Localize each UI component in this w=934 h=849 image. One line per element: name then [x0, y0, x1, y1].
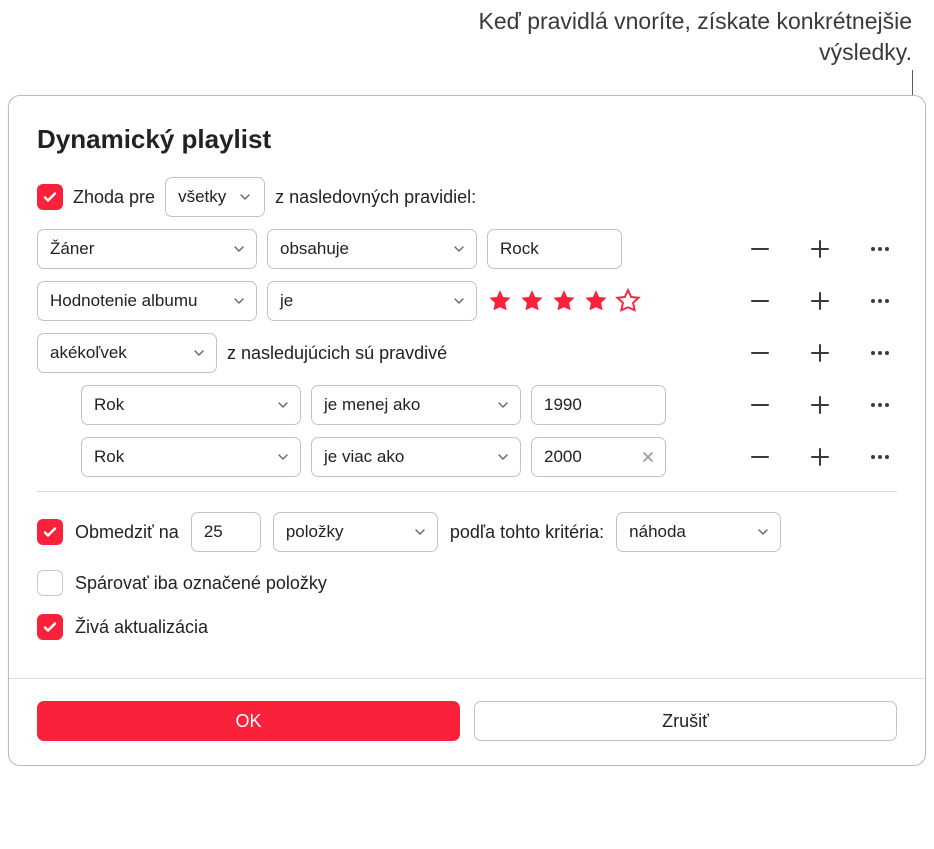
more-rule-button[interactable]	[865, 234, 895, 264]
nested-rule-row-year-gt: Rok je viac ako 2000	[81, 437, 897, 477]
rule-op-value: je	[280, 291, 293, 311]
rule-row-genre: Žáner obsahuje Rock	[37, 229, 897, 269]
cancel-button[interactable]: Zrušiť	[474, 701, 897, 741]
live-update-label: Živá aktualizácia	[75, 617, 208, 638]
chevron-down-icon	[756, 525, 770, 539]
rule-field-select[interactable]: Rok	[81, 437, 301, 477]
limit-row: Obmedziť na 25 položky podľa tohto krité…	[37, 512, 897, 552]
chevron-down-icon	[413, 525, 427, 539]
star-icon[interactable]	[551, 288, 577, 314]
match-mode-value: všetky	[178, 187, 226, 207]
rule-row-any-group: akékoľvek z nasledujúcich sú pravdivé	[37, 333, 897, 373]
chevron-down-icon	[452, 294, 466, 308]
dialog-footer: OK Zrušiť	[9, 678, 925, 765]
chevron-down-icon	[452, 242, 466, 256]
rule-group-mode-select[interactable]: akékoľvek	[37, 333, 217, 373]
smart-playlist-dialog: Dynamický playlist Zhoda pre všetky z na…	[8, 95, 926, 766]
divider	[37, 491, 897, 492]
rule-op-select[interactable]: je	[267, 281, 477, 321]
limit-unit-select[interactable]: položky	[273, 512, 438, 552]
add-rule-button[interactable]	[805, 234, 835, 264]
chevron-down-icon	[192, 346, 206, 360]
chevron-down-icon	[276, 450, 290, 464]
nested-rule-row-year-lt: Rok je menej ako 1990	[81, 385, 897, 425]
rule-field-select[interactable]: Žáner	[37, 229, 257, 269]
more-rule-button[interactable]	[865, 442, 895, 472]
limit-checkbox[interactable]	[37, 519, 63, 545]
rule-value-input[interactable]: 1990	[531, 385, 666, 425]
rule-op-value: je viac ako	[324, 447, 404, 467]
match-checked-checkbox[interactable]	[37, 570, 63, 596]
chevron-down-icon	[496, 450, 510, 464]
more-rule-button[interactable]	[865, 338, 895, 368]
rule-value-input[interactable]: Rock	[487, 229, 622, 269]
clear-input-button[interactable]	[637, 446, 659, 468]
rule-field-value: Rok	[94, 395, 124, 415]
limit-count-input[interactable]: 25	[191, 512, 261, 552]
live-update-checkbox[interactable]	[37, 614, 63, 640]
limit-by-label: podľa tohto kritéria:	[450, 522, 604, 543]
rating-stars[interactable]	[487, 288, 641, 314]
rule-field-select[interactable]: Hodnotenie albumu	[37, 281, 257, 321]
rule-op-value: je menej ako	[324, 395, 420, 415]
star-outline-icon[interactable]	[615, 288, 641, 314]
rule-value-input[interactable]: 2000	[531, 437, 666, 477]
chevron-down-icon	[496, 398, 510, 412]
star-icon[interactable]	[487, 288, 513, 314]
rule-field-value: Žáner	[50, 239, 94, 259]
add-rule-button[interactable]	[805, 286, 835, 316]
star-icon[interactable]	[583, 288, 609, 314]
limit-count-value: 25	[204, 522, 223, 542]
rule-field-select[interactable]: Rok	[81, 385, 301, 425]
match-checked-label: Spárovať iba označené položky	[75, 573, 327, 594]
match-checked-row: Spárovať iba označené položky	[37, 570, 897, 596]
match-prefix: Zhoda pre	[73, 187, 155, 208]
star-icon[interactable]	[519, 288, 545, 314]
rule-op-select[interactable]: je viac ako	[311, 437, 521, 477]
live-update-row: Živá aktualizácia	[37, 614, 897, 640]
chevron-down-icon	[236, 188, 254, 206]
rule-op-value: obsahuje	[280, 239, 349, 259]
rule-row-album-rating: Hodnotenie albumu je	[37, 281, 897, 321]
chevron-down-icon	[276, 398, 290, 412]
chevron-down-icon	[232, 294, 246, 308]
add-rule-button[interactable]	[805, 390, 835, 420]
more-rule-button[interactable]	[865, 390, 895, 420]
match-suffix: z nasledovných pravidiel:	[275, 187, 476, 208]
chevron-down-icon	[232, 242, 246, 256]
match-row: Zhoda pre všetky z nasledovných pravidie…	[37, 177, 897, 217]
dialog-title: Dynamický playlist	[37, 124, 897, 155]
remove-rule-button[interactable]	[745, 390, 775, 420]
limit-by-select[interactable]: náhoda	[616, 512, 781, 552]
limit-unit-value: položky	[286, 522, 344, 542]
rule-op-select[interactable]: obsahuje	[267, 229, 477, 269]
rule-group-mode-value: akékoľvek	[50, 343, 127, 363]
remove-rule-button[interactable]	[745, 338, 775, 368]
rule-group-suffix: z nasledujúcich sú pravdivé	[227, 343, 447, 364]
add-rule-button[interactable]	[805, 442, 835, 472]
annotation-text: Keď pravidlá vnoríte, získate konkrétnej…	[412, 6, 912, 68]
rule-value-text: Rock	[500, 239, 539, 259]
add-rule-button[interactable]	[805, 338, 835, 368]
limit-label: Obmedziť na	[75, 522, 179, 543]
match-mode-select[interactable]: všetky	[165, 177, 265, 217]
more-rule-button[interactable]	[865, 286, 895, 316]
rule-field-value: Hodnotenie albumu	[50, 291, 197, 311]
rule-op-select[interactable]: je menej ako	[311, 385, 521, 425]
rule-value-text: 1990	[544, 395, 582, 415]
rule-field-value: Rok	[94, 447, 124, 467]
rule-value-text: 2000	[544, 447, 582, 467]
limit-by-value: náhoda	[629, 522, 686, 542]
remove-rule-button[interactable]	[745, 442, 775, 472]
remove-rule-button[interactable]	[745, 286, 775, 316]
ok-button[interactable]: OK	[37, 701, 460, 741]
remove-rule-button[interactable]	[745, 234, 775, 264]
match-checkbox[interactable]	[37, 184, 63, 210]
